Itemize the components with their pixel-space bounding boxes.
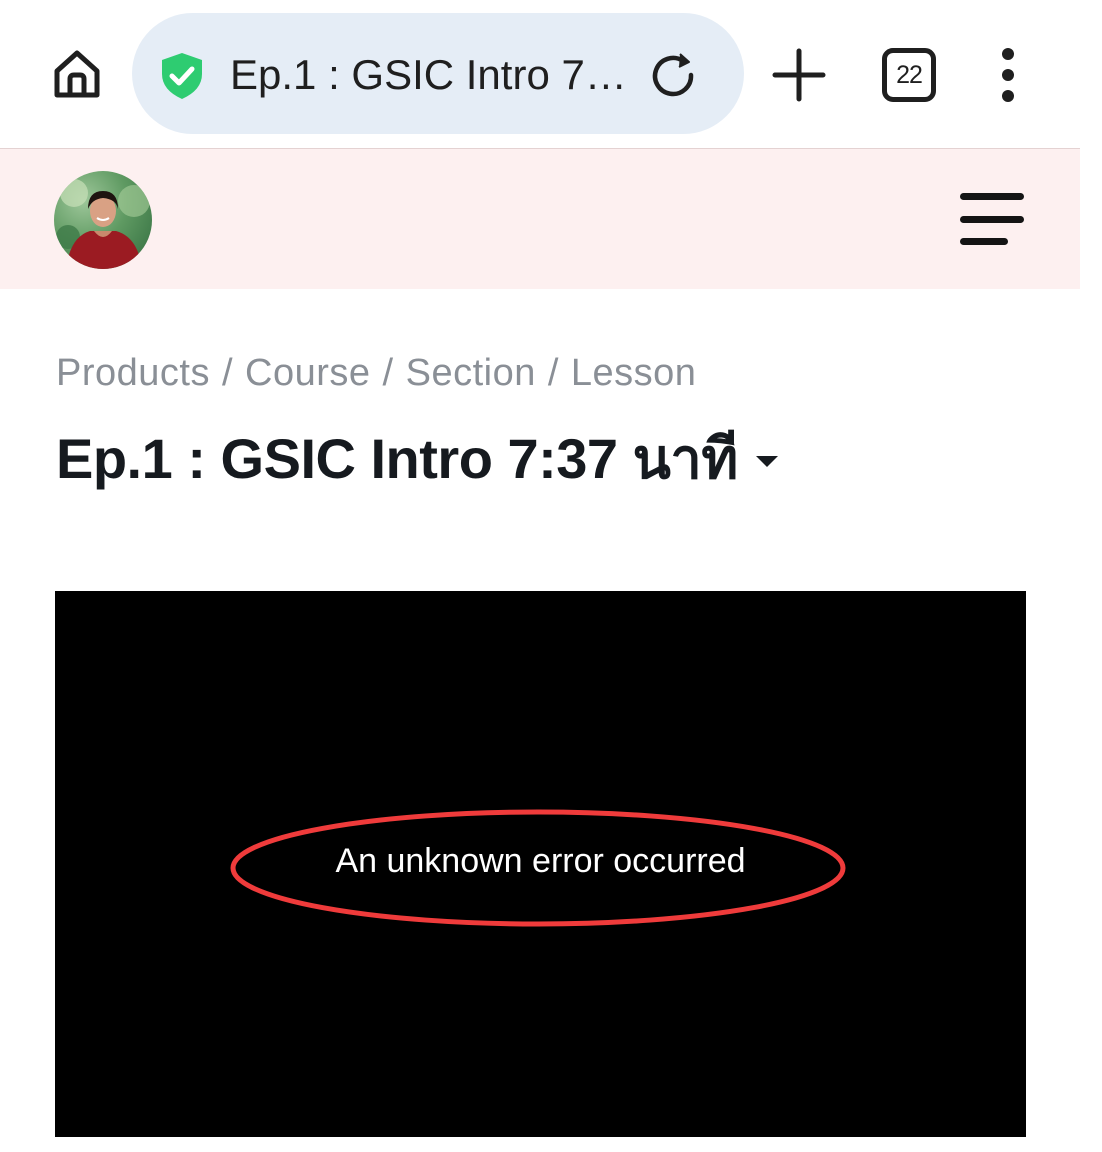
home-icon [54, 50, 100, 98]
video-player[interactable]: An unknown error occurred [55, 591, 1026, 1137]
tab-switcher-button[interactable]: 22 [882, 48, 936, 102]
breadcrumb-course[interactable]: Course [245, 352, 371, 394]
browser-menu-button[interactable] [984, 44, 1032, 106]
address-bar-title: Ep.1 : GSIC Intro 7… [230, 51, 627, 98]
new-tab-button[interactable] [766, 42, 832, 108]
lesson-title-dropdown[interactable]: Ep.1 : GSIC Intro 7:37 นาที [56, 414, 778, 503]
profile-photo [56, 179, 150, 269]
site-header [0, 149, 1080, 289]
address-bar[interactable]: Ep.1 : GSIC Intro 7… [132, 13, 744, 134]
reload-icon [652, 53, 694, 97]
browser-toolbar: Ep.1 : GSIC Intro 7… 22 [0, 0, 1102, 148]
breadcrumb-lesson: Lesson [570, 352, 697, 394]
plus-icon [772, 48, 826, 102]
home-button[interactable] [44, 40, 110, 106]
shield-check-icon [162, 53, 202, 99]
hamburger-menu-button[interactable] [960, 193, 1024, 245]
breadcrumb-section[interactable]: Section [406, 352, 536, 394]
breadcrumb-products[interactable]: Products [56, 352, 210, 394]
breadcrumb-separator: / [221, 352, 234, 394]
breadcrumb-separator: / [382, 352, 394, 394]
reload-button[interactable] [642, 45, 706, 109]
more-vertical-icon [1002, 48, 1014, 60]
hamburger-icon [960, 193, 1024, 200]
caret-down-icon [755, 456, 778, 467]
error-highlight-ellipse [230, 809, 846, 927]
page-title: Ep.1 : GSIC Intro 7:37 นาที [56, 427, 738, 490]
avatar[interactable] [54, 171, 152, 269]
breadcrumb-separator: / [547, 352, 559, 394]
breadcrumb: Products / Course / Section / Lesson [56, 352, 696, 395]
